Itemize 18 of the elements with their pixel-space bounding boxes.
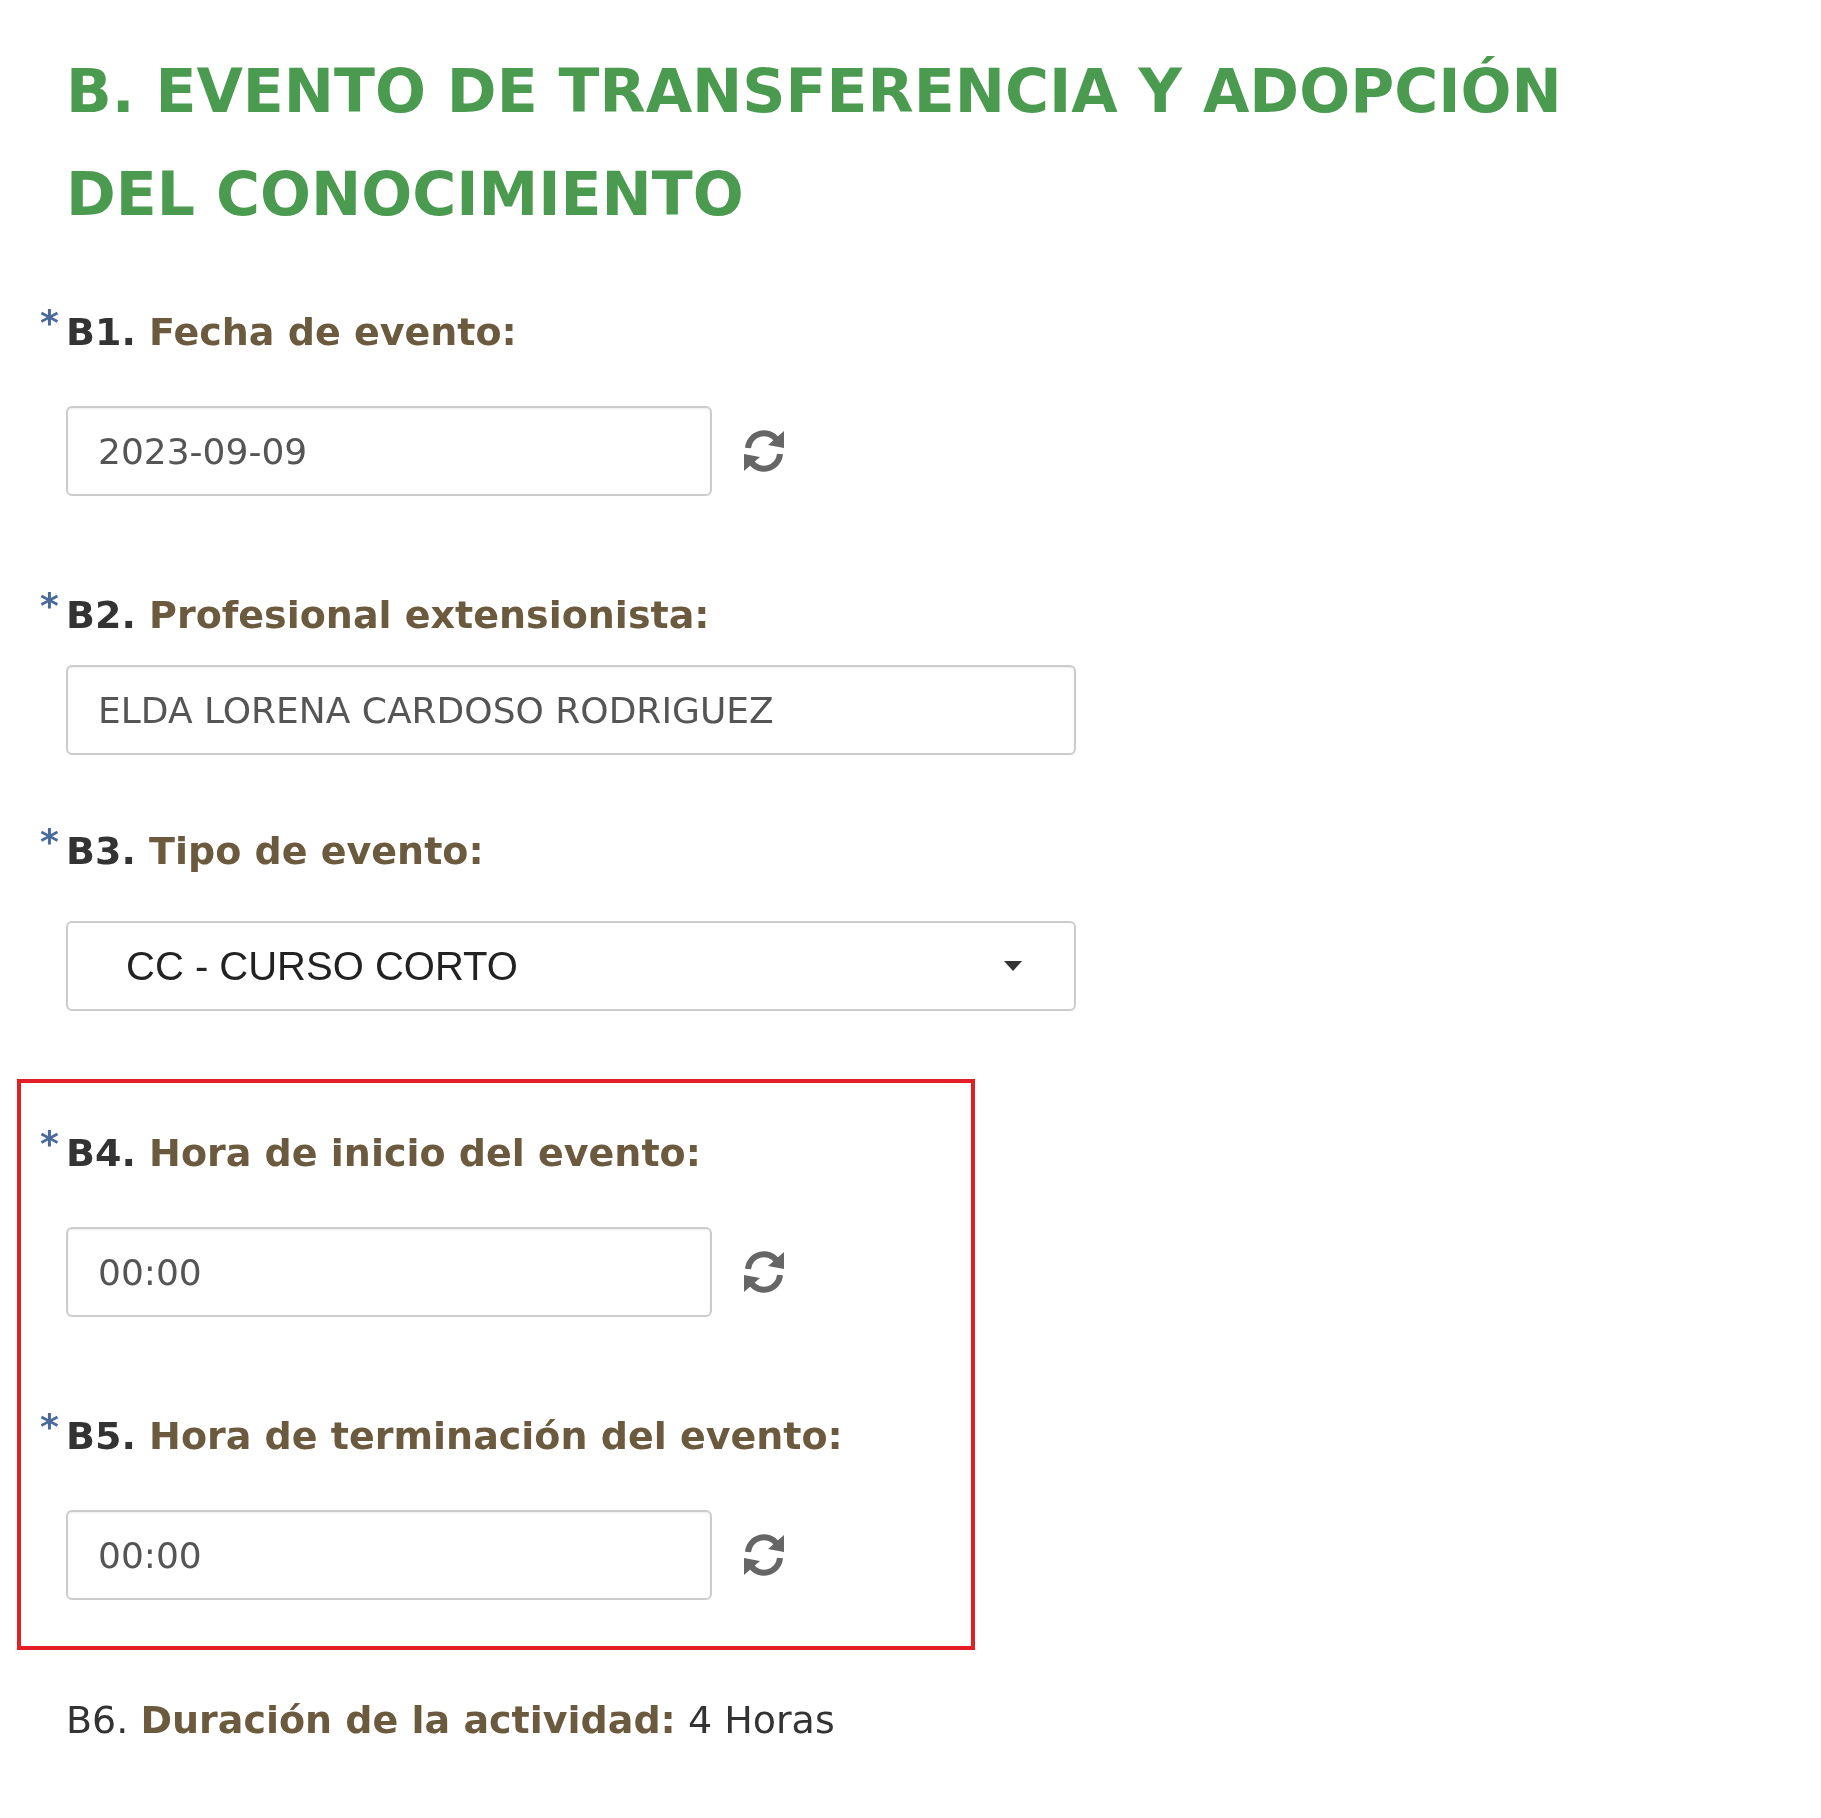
required-asterisk: * — [40, 308, 60, 338]
field-label: B4. Hora de inicio del evento: — [66, 1130, 701, 1177]
field-label: B5. Hora de terminación del evento: — [66, 1413, 843, 1460]
required-asterisk: * — [40, 591, 60, 621]
caret-icon — [1004, 961, 1022, 971]
field-label: B1. Fecha de evento: — [66, 309, 517, 356]
field-label: B2. Profesional extensionista: — [66, 592, 710, 639]
required-asterisk: * — [40, 1129, 60, 1159]
input-field[interactable]: 00:00 — [66, 1510, 712, 1600]
required-asterisk: * — [40, 827, 60, 857]
dropdown-field[interactable]: CC - CURSO CORTO — [66, 921, 1076, 1011]
input-field[interactable]: ELDA LORENA CARDOSO RODRIGUEZ — [66, 665, 1076, 755]
duration-text: B6. Duración de la actividad: 4 Horas — [66, 1697, 836, 1744]
required-asterisk: * — [40, 1412, 60, 1442]
field-label: B3. Tipo de evento: — [66, 828, 484, 875]
input-field[interactable]: 00:00 — [66, 1227, 712, 1317]
page-title: B. EVENTO DE TRANSFERENCIA Y ADOPCIÓN DEL CONOCIMIENTO — [66, 55, 1563, 231]
input-field[interactable]: 2023-09-09 — [66, 406, 712, 496]
